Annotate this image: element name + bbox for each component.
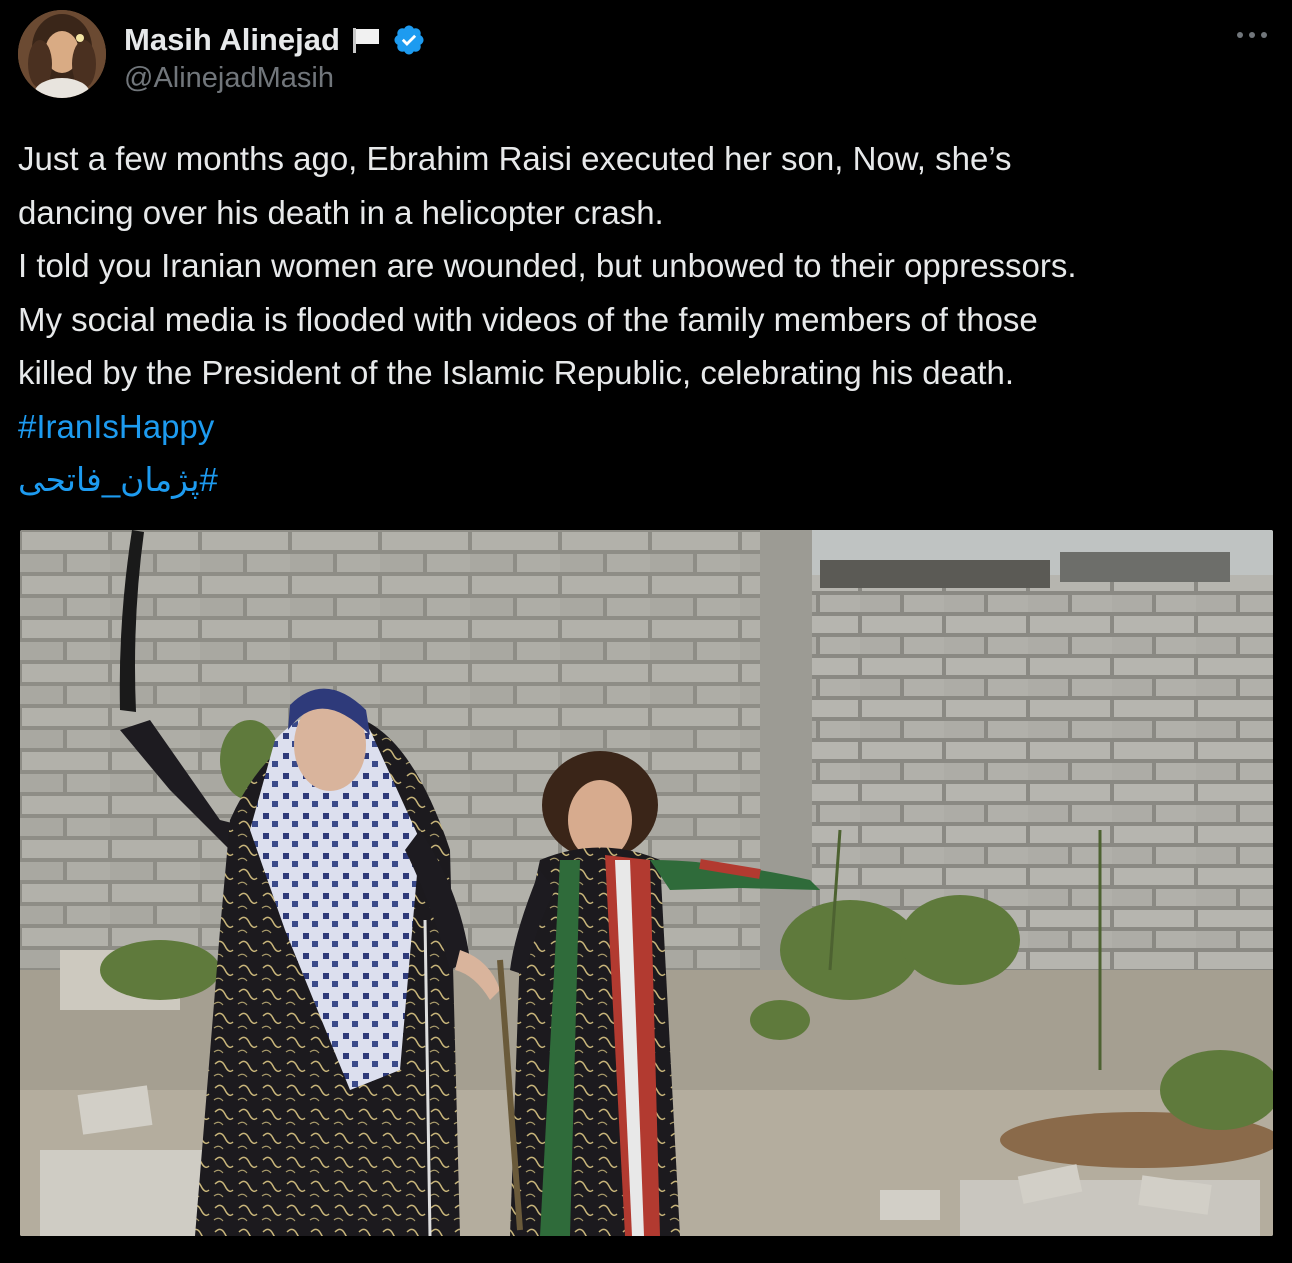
- tweet-text-line: killed by the President of the Islamic R…: [18, 354, 1015, 391]
- name-row: Masih Alinejad: [124, 20, 426, 60]
- hashtag-link[interactable]: #IranIsHappy: [18, 400, 214, 454]
- tweet-header: Masih Alinejad @AlinejadMasih: [18, 10, 1274, 100]
- more-horizontal-icon: [1237, 32, 1267, 38]
- hashtag-link[interactable]: #پژمان_فاتحی: [18, 453, 218, 507]
- tweet-text-line: My social media is flooded with videos o…: [18, 300, 1038, 338]
- video-frame: [20, 530, 1273, 1236]
- author-display-name[interactable]: Masih Alinejad: [124, 22, 340, 58]
- tweet-text-line: Just a few months ago, Ebrahim Raisi exe…: [18, 140, 1012, 177]
- tweet-text-line: I told you Iranian women are wounded, bu…: [18, 247, 1077, 284]
- author-avatar[interactable]: [18, 10, 106, 98]
- author-handle[interactable]: @AlinejadMasih: [124, 62, 334, 95]
- tweet-video[interactable]: [20, 530, 1273, 1236]
- verified-badge-icon[interactable]: [392, 23, 426, 57]
- tweet-body: Just a few months ago, Ebrahim Raisi exe…: [18, 132, 1278, 507]
- white-flag-icon: [350, 25, 382, 55]
- tweet-text-line: dancing over his death in a helicopter c…: [18, 193, 664, 231]
- more-options-button[interactable]: [1230, 18, 1274, 52]
